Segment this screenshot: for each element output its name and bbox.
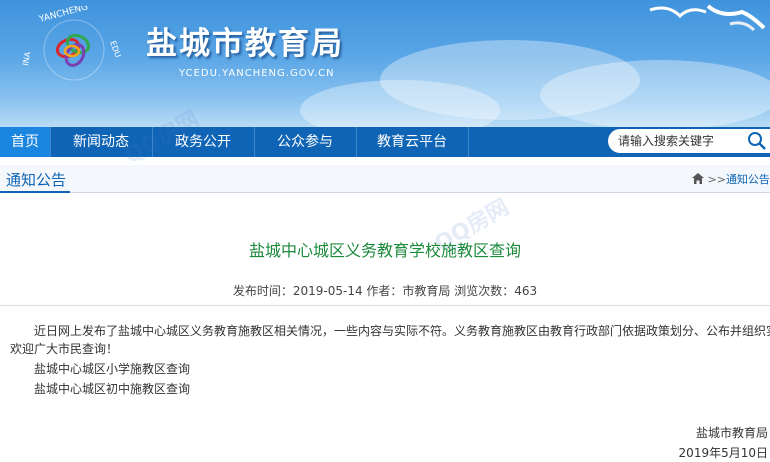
svg-text:EDU: EDU: [108, 40, 122, 59]
article-paragraph: 欢迎广大市民查询！: [10, 342, 119, 356]
birds-icon: [649, 4, 766, 32]
nav-home[interactable]: 首页: [0, 127, 50, 157]
search-icon: [748, 132, 766, 150]
breadcrumb-separator: >>: [707, 173, 726, 186]
site-title: 盐城市教育局: [146, 26, 344, 62]
site-url: YCEDU.YANCHENG.GOV.CN: [179, 68, 335, 79]
divider: [0, 305, 770, 306]
article-meta: 发布时间：2019-05-14 作者：市教育局 浏览次数：463: [232, 284, 538, 298]
section-underline: [0, 191, 70, 193]
signature-date: 2019年5月10日: [678, 446, 768, 460]
site-header: YANCHENG INA EDU 盐城市教育局 YCEDU.YANCHENG.G…: [0, 0, 770, 127]
primary-school-zone-link[interactable]: 盐城中心城区小学施教区查询: [10, 360, 770, 378]
svg-text:INA: INA: [21, 51, 32, 67]
article-title: 盐城中心城区义务教育学校施教区查询: [248, 241, 521, 260]
home-icon[interactable]: [692, 173, 704, 184]
section-header: 通知公告: [0, 165, 770, 193]
breadcrumb: >>通知公告: [692, 171, 770, 187]
middle-school-zone-link[interactable]: 盐城中心城区初中施教区查询: [10, 380, 770, 398]
signature-org: 盐城市教育局: [695, 426, 768, 440]
nav-divider: [468, 127, 469, 157]
article-body: 近日网上发布了盐城中心城区义务教育施教区相关情况，一些内容与实际不符。义务教育施…: [10, 322, 770, 398]
nav-public-participation[interactable]: 公众参与: [255, 127, 355, 157]
logo-icon: YANCHENG INA EDU: [21, 6, 122, 81]
article-paragraph: 近日网上发布了盐城中心城区义务教育施教区相关情况，一些内容与实际不符。义务教育施…: [34, 324, 770, 338]
header-cloud: [540, 60, 770, 127]
search-input[interactable]: 请输入搜索关键字: [608, 129, 744, 153]
nav-edu-cloud[interactable]: 教育云平台: [357, 127, 467, 157]
search-button[interactable]: [744, 129, 770, 153]
section-title: 通知公告: [6, 171, 67, 189]
breadcrumb-link[interactable]: 通知公告: [726, 173, 770, 186]
